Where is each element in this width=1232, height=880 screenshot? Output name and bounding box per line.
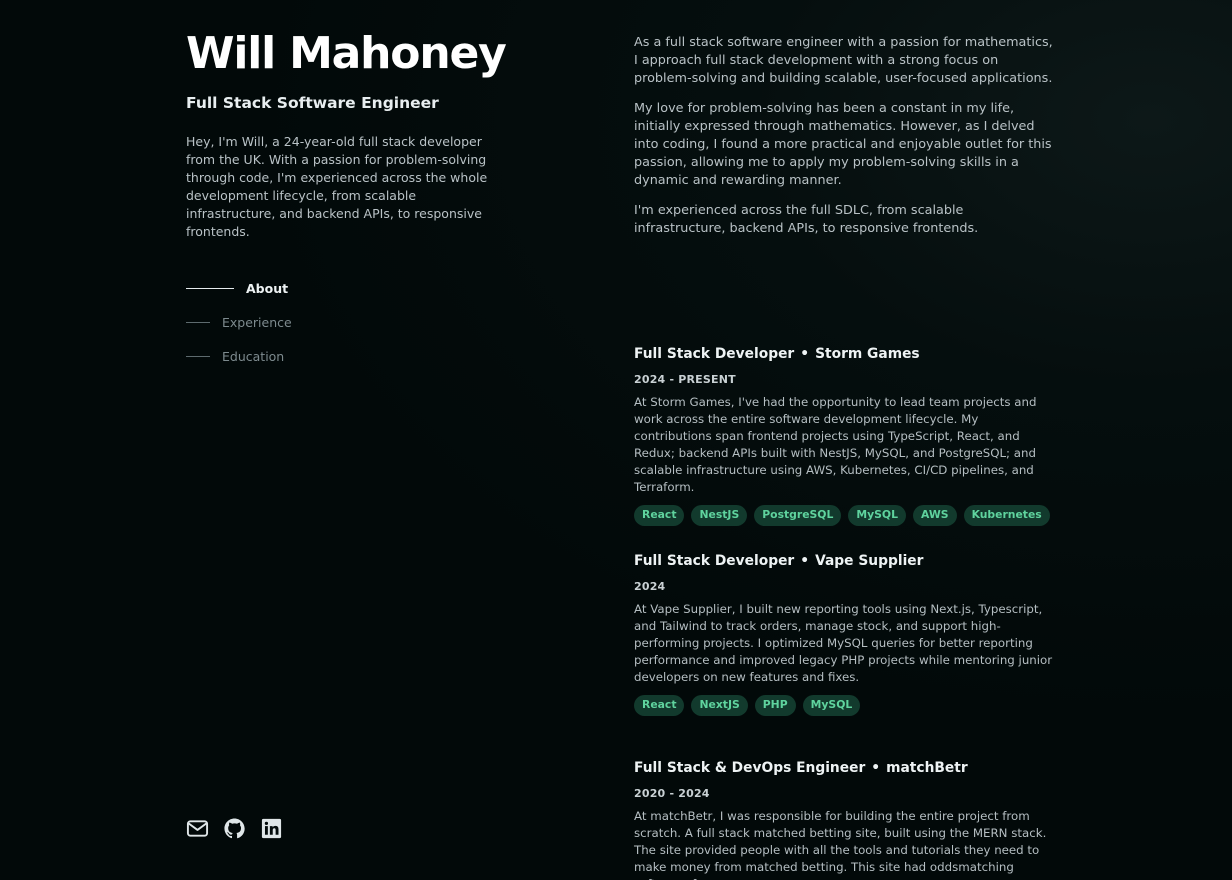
tech-tag: React bbox=[634, 695, 685, 716]
social-links bbox=[186, 817, 283, 840]
sidebar: Will Mahoney Full Stack Software Enginee… bbox=[186, 0, 507, 880]
experience-item[interactable]: Full Stack Developer • Vape Supplier 2024 … bbox=[634, 553, 1058, 716]
tech-tags: React NextJS PHP MySQL bbox=[634, 695, 1058, 716]
experience-title: Full Stack & DevOps Engineer • matchBetr bbox=[634, 760, 1058, 776]
nav-item-label: Experience bbox=[222, 314, 292, 330]
profile-name: Will Mahoney bbox=[186, 28, 507, 79]
nav-indicator-line bbox=[186, 355, 210, 357]
experience-company: matchBetr bbox=[886, 760, 968, 776]
experience-description: At Vape Supplier, I built new reporting … bbox=[634, 602, 1053, 684]
profile-subtitle: Full Stack Software Engineer bbox=[186, 94, 439, 112]
experience-title: Full Stack Developer • Storm Games bbox=[634, 346, 1058, 362]
about-section: As a full stack software engineer with a… bbox=[634, 34, 1058, 250]
nav-indicator-line bbox=[186, 321, 210, 323]
linkedin-icon[interactable] bbox=[260, 817, 283, 840]
experience-date: 2020 - 2024 bbox=[634, 787, 710, 800]
tech-tag: AWS bbox=[913, 505, 957, 526]
tech-tag: Kubernetes bbox=[963, 505, 1050, 526]
nav-item-experience[interactable]: Experience bbox=[186, 312, 292, 332]
mail-icon[interactable] bbox=[186, 817, 209, 840]
experience-title: Full Stack Developer • Vape Supplier bbox=[634, 553, 1058, 569]
experience-company: Storm Games bbox=[815, 346, 920, 362]
tech-tag: PostgreSQL bbox=[754, 505, 842, 526]
nav-item-about[interactable]: About bbox=[186, 278, 292, 298]
separator-dot: • bbox=[800, 553, 810, 569]
nav-item-label: Education bbox=[222, 348, 285, 364]
nav-item-label: About bbox=[246, 280, 289, 296]
tech-tag: MySQL bbox=[848, 505, 906, 526]
tech-tag: NextJS bbox=[691, 695, 748, 716]
separator-dot: • bbox=[800, 346, 810, 362]
tech-tag: NestJS bbox=[691, 505, 748, 526]
tech-tag: MySQL bbox=[802, 695, 861, 716]
nav-indicator-line bbox=[186, 287, 234, 289]
about-paragraph: As a full stack software engineer with a… bbox=[634, 35, 1053, 86]
experience-description: At Storm Games, I've had the opportunity… bbox=[634, 395, 1037, 494]
experience-role: Full Stack Developer bbox=[634, 346, 795, 362]
separator-dot: • bbox=[871, 760, 881, 776]
experience-date: 2024 bbox=[634, 580, 666, 593]
profile-intro: Hey, I'm Will, a 24-year-old full stack … bbox=[186, 134, 488, 239]
section-nav: About Experience Education bbox=[186, 278, 292, 380]
about-paragraph: My love for problem-solving has been a c… bbox=[634, 101, 1052, 188]
experience-role: Full Stack & DevOps Engineer bbox=[634, 760, 866, 776]
experience-item[interactable]: Full Stack Developer • Storm Games 2024 - … bbox=[634, 346, 1058, 526]
nav-item-education[interactable]: Education bbox=[186, 346, 292, 366]
tech-tag: React bbox=[634, 505, 685, 526]
experience-description: At matchBetr, I was responsible for buil… bbox=[634, 809, 1047, 880]
experience-company: Vape Supplier bbox=[815, 553, 924, 569]
experience-date: 2024 - PRESENT bbox=[634, 373, 736, 386]
tech-tag: PHP bbox=[754, 695, 796, 716]
tech-tags: React NestJS PostgreSQL MySQL AWS Kubern… bbox=[634, 505, 1058, 526]
experience-role: Full Stack Developer bbox=[634, 553, 795, 569]
experience-item[interactable]: Full Stack & DevOps Engineer • matchBetr 2… bbox=[634, 760, 1058, 880]
github-icon[interactable] bbox=[223, 817, 246, 840]
about-paragraph: I'm experienced across the full SDLC, fr… bbox=[634, 203, 979, 236]
